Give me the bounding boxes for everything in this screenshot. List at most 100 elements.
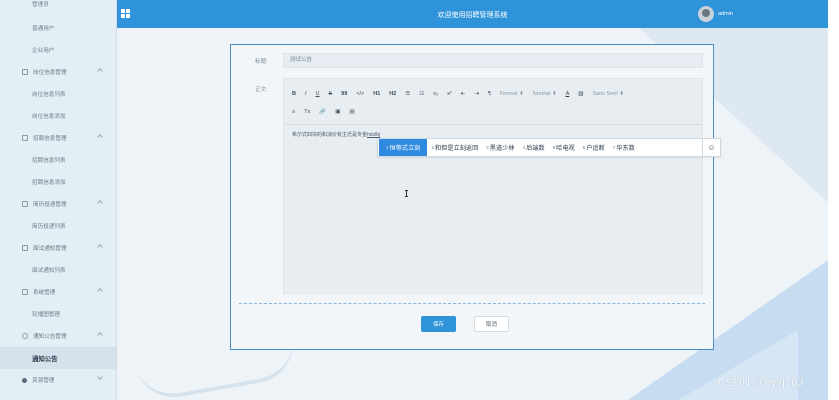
toolbar-button[interactable]: A bbox=[566, 91, 570, 97]
ime-candidate-text: 和但是立刻返回 bbox=[434, 145, 479, 152]
sidebar-item[interactable]: 岗位信息添加 bbox=[0, 105, 116, 127]
toolbar-select[interactable]: Sans Serif ⬍ bbox=[592, 91, 624, 97]
user-name[interactable]: admin bbox=[718, 11, 733, 17]
toolbar-button[interactable]: ⇥ bbox=[474, 91, 479, 97]
ime-candidate-number: 2 bbox=[431, 145, 434, 150]
toolbar-select[interactable]: Normal ⬍ bbox=[500, 91, 524, 97]
chevron-down-icon bbox=[97, 374, 103, 380]
sidebar-item-label: 面试通知列表 bbox=[32, 268, 66, 274]
sidebar-item-label: 系统管理 bbox=[33, 290, 56, 296]
sidebar-group[interactable]: 岗位信息管理 bbox=[0, 61, 116, 83]
toolbar-button[interactable]: I bbox=[305, 91, 307, 97]
sidebar-item[interactable]: 管理员 bbox=[0, 0, 116, 17]
title-label: 标题: bbox=[255, 59, 268, 65]
rich-text-editor[interactable]: B I U S 99 </> H1 H2 ☰ ☷ x₂ x² ⇤ ⇥ ¶ Normal ⬍ Normal ⬍ A ▧… bbox=[283, 78, 703, 294]
ime-candidate[interactable]: 5 哈电视 bbox=[549, 139, 579, 156]
emoji-icon[interactable]: ☺ bbox=[702, 139, 720, 156]
chevron-up-icon bbox=[97, 332, 103, 338]
ime-candidate-number: 6 bbox=[582, 145, 586, 150]
toolbar-button[interactable]: Tx bbox=[304, 109, 310, 115]
toolbar-button[interactable]: ▤ bbox=[349, 109, 354, 115]
ime-candidate-number: 3 bbox=[486, 145, 489, 150]
sidebar-item-label: 普通用户 bbox=[32, 26, 55, 32]
toolbar-button[interactable]: ⇤ bbox=[461, 91, 466, 97]
sidebar-item[interactable]: 面试通知列表 bbox=[0, 259, 116, 281]
toolbar-button[interactable]: x₂ bbox=[433, 91, 438, 97]
save-button[interactable]: 保存 bbox=[421, 316, 456, 332]
toolbar-button[interactable]: ▣ bbox=[335, 109, 340, 115]
ime-candidate-number: 1 bbox=[386, 145, 389, 150]
user-avatar[interactable] bbox=[698, 6, 714, 22]
chevron-up-icon bbox=[97, 134, 103, 140]
ime-candidate-text: 恒等式立刻 bbox=[389, 145, 421, 152]
editor-text: 希尔式四块的和消价有主迁是专金 bbox=[292, 132, 368, 138]
sidebar-item-label: 简历投递列表 bbox=[32, 224, 66, 230]
toolbar-button[interactable]: H1 bbox=[373, 91, 380, 97]
ime-candidate[interactable]: 6 户追断 bbox=[579, 139, 609, 156]
monitor-icon bbox=[22, 289, 28, 295]
sidebar-item-label: 招聘信息管理 bbox=[33, 136, 67, 142]
sidebar-item[interactable]: 企业用户 bbox=[0, 39, 116, 61]
editor-toolbar: B I U S 99 </> H1 H2 ☰ ☷ x₂ x² ⇤ ⇥ ¶ Normal ⬍ Normal ⬍ A ▧… bbox=[284, 79, 702, 125]
toolbar-button[interactable]: 🔗 bbox=[319, 109, 326, 115]
cancel-button[interactable]: 取消 bbox=[474, 316, 509, 332]
sidebar-item[interactable]: 简历投递列表 bbox=[0, 215, 116, 237]
notice-form-card: 标题: 测试公告 正文: B I U S 99 </> H1 H2 ☰ ☷ x₂ x² ⇤ ⇥ ¶ Norma… bbox=[230, 44, 714, 350]
toolbar-button[interactable]: B bbox=[292, 91, 296, 97]
sidebar-item-label: 面试通知管理 bbox=[33, 246, 67, 252]
toolbar-select[interactable]: Normal ⬍ bbox=[533, 91, 557, 97]
chevron-up-icon bbox=[97, 200, 103, 206]
sidebar-group[interactable]: 面试通知管理 bbox=[0, 237, 116, 259]
toolbar-button[interactable]: U bbox=[316, 91, 320, 97]
sidebar-group[interactable]: 招聘信息管理 bbox=[0, 127, 116, 149]
toolbar-button[interactable]: 99 bbox=[341, 91, 347, 97]
ime-candidate[interactable]: 7 华东数 bbox=[609, 139, 639, 156]
ime-candidate-bar[interactable]: 1 恒等式立刻 2 和但是立刻返回 3 黑道少林 4 后端数 5 哈电视 6 户追断 7 华东数 ☺ bbox=[377, 138, 721, 157]
toolbar-button[interactable]: ▧ bbox=[578, 91, 583, 97]
sidebar-item[interactable]: 轮播图管理 bbox=[0, 303, 116, 325]
sidebar-item[interactable]: 岗位信息列表 bbox=[0, 83, 116, 105]
sidebar-item[interactable]: 招聘信息列表 bbox=[0, 149, 116, 171]
toolbar-button[interactable]: S bbox=[329, 91, 333, 97]
sidebar-group[interactable]: 简历投递管理 bbox=[0, 193, 116, 215]
toolbar-button[interactable]: ¶ bbox=[488, 91, 491, 97]
chevron-up-icon bbox=[97, 288, 103, 294]
ime-candidate-text: 华东数 bbox=[616, 145, 635, 152]
ime-candidate-text: 户追断 bbox=[586, 145, 605, 152]
sidebar-item-label: 资源管理 bbox=[32, 378, 55, 384]
divider bbox=[239, 303, 705, 304]
ime-candidate[interactable]: 4 后端数 bbox=[519, 139, 549, 156]
ime-candidate-text: 黑道少林 bbox=[489, 145, 515, 152]
watermark: CSDN @bysj703 bbox=[718, 377, 804, 389]
toolbar-button[interactable]: ≡ bbox=[292, 109, 295, 115]
folder-icon bbox=[22, 135, 28, 141]
toolbar-button[interactable]: H2 bbox=[389, 91, 396, 97]
sidebar-item-label: 通知公告 bbox=[32, 355, 58, 363]
editor-content[interactable]: 希尔式四块的和消价有主迁是专金hdzlbj bbox=[292, 131, 380, 138]
toolbar-button[interactable]: </> bbox=[356, 91, 364, 97]
sidebar-item-label: 企业用户 bbox=[32, 48, 55, 54]
folder-icon bbox=[22, 245, 28, 251]
folder-icon bbox=[22, 201, 28, 207]
sidebar-item[interactable]: 招聘信息添加 bbox=[0, 171, 116, 193]
top-header: 欢迎使用招聘管理系统 admin bbox=[117, 0, 828, 28]
sidebar-group[interactable]: 通知公告管理 bbox=[0, 325, 116, 347]
ime-candidate[interactable]: 2 和但是立刻返回 bbox=[427, 139, 482, 156]
toolbar-button[interactable]: x² bbox=[447, 91, 452, 97]
ime-candidate-text: 后端数 bbox=[526, 145, 545, 152]
sidebar-item[interactable]: 普通用户 bbox=[0, 17, 116, 39]
sidebar-item-label: 通知公告管理 bbox=[33, 334, 67, 340]
ime-candidate[interactable]: 3 黑道少林 bbox=[482, 139, 518, 156]
sidebar-group[interactable]: 资源管理 bbox=[0, 369, 116, 391]
chevron-up-icon bbox=[97, 68, 103, 74]
title-input[interactable]: 测试公告 bbox=[283, 53, 703, 68]
sidebar-item-label: 岗位信息添加 bbox=[32, 114, 66, 120]
sidebar-item-label: 管理员 bbox=[32, 2, 49, 8]
toolbar-button[interactable]: ☷ bbox=[419, 91, 424, 97]
sidebar-group[interactable]: 系统管理 bbox=[0, 281, 116, 303]
ime-candidate[interactable]: 1 恒等式立刻 bbox=[379, 139, 428, 156]
sidebar-item-label: 招聘信息添加 bbox=[32, 180, 66, 186]
sidebar-item[interactable]: 通知公告 bbox=[0, 347, 116, 369]
toolbar-button[interactable]: ☰ bbox=[405, 91, 410, 97]
sidebar-item-label: 招聘信息列表 bbox=[32, 158, 66, 164]
